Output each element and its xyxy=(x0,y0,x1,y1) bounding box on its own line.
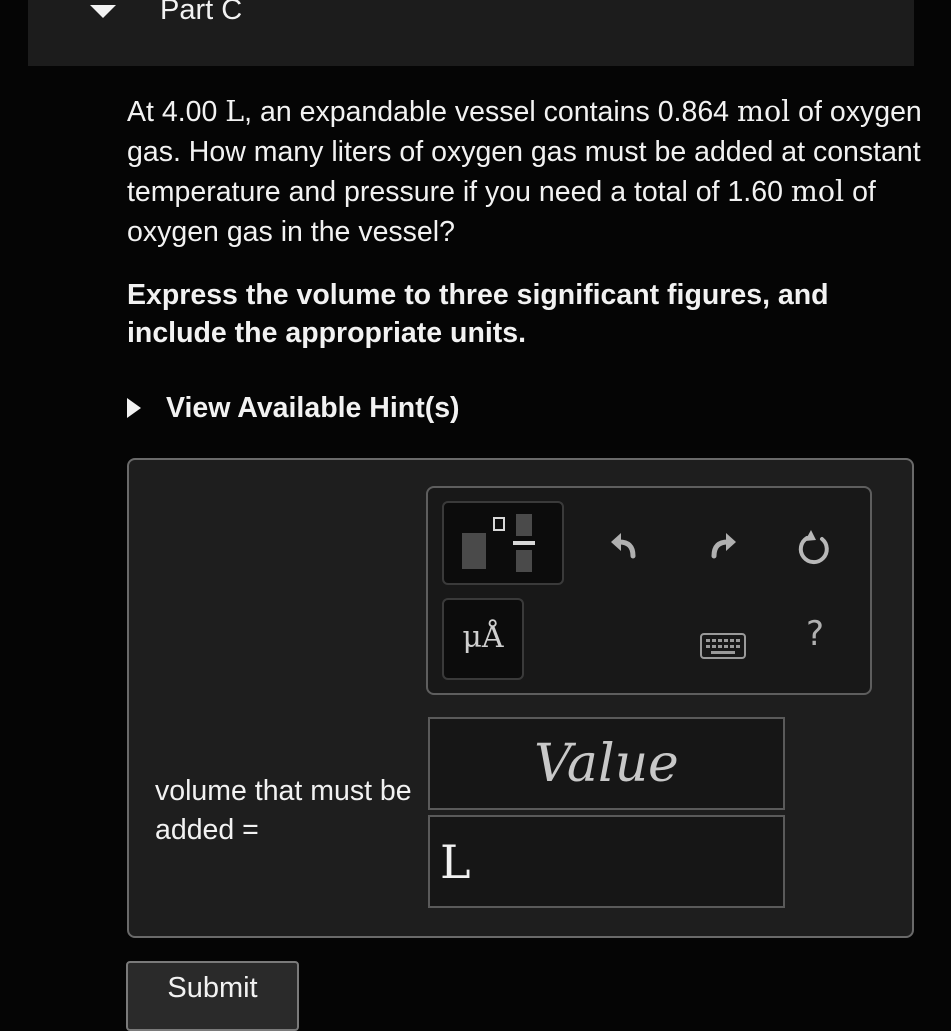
help-button[interactable]: ? xyxy=(806,614,824,654)
unit-value: L xyxy=(440,835,471,889)
part-title: Part C xyxy=(160,0,243,26)
fraction-template-icon xyxy=(462,514,535,572)
answer-label: volume that must be added = xyxy=(155,775,412,846)
question-text: At 4.00 L, an expandable vessel contains… xyxy=(127,92,927,252)
question-text-segment: , an expandable vessel contains 0.864 xyxy=(244,96,737,128)
view-hints-link[interactable]: View Available Hint(s) xyxy=(127,390,460,426)
value-input[interactable] xyxy=(428,717,785,810)
caret-right-icon xyxy=(127,398,141,418)
math-toolbar: μÅ ? xyxy=(426,486,872,695)
keyboard-icon[interactable] xyxy=(700,632,746,660)
reset-icon[interactable] xyxy=(794,528,834,568)
view-hints-label: View Available Hint(s) xyxy=(166,391,460,424)
submit-button[interactable]: Submit xyxy=(126,961,299,1031)
unit-symbol: mol xyxy=(736,95,791,128)
part-header[interactable]: Part C xyxy=(28,0,914,66)
unit-symbol: mol xyxy=(790,175,845,208)
redo-icon[interactable] xyxy=(705,528,739,562)
caret-down-icon[interactable] xyxy=(90,5,116,18)
units-button[interactable]: μÅ xyxy=(442,598,524,680)
unit-input[interactable]: L xyxy=(428,815,785,908)
templates-button[interactable] xyxy=(442,501,564,585)
question-text-segment: At 4.00 xyxy=(127,96,226,128)
unit-symbol: L xyxy=(225,95,245,128)
undo-icon[interactable] xyxy=(608,528,642,562)
instructions-text: Express the volume to three significant … xyxy=(127,279,829,349)
units-label: μÅ xyxy=(462,620,504,655)
